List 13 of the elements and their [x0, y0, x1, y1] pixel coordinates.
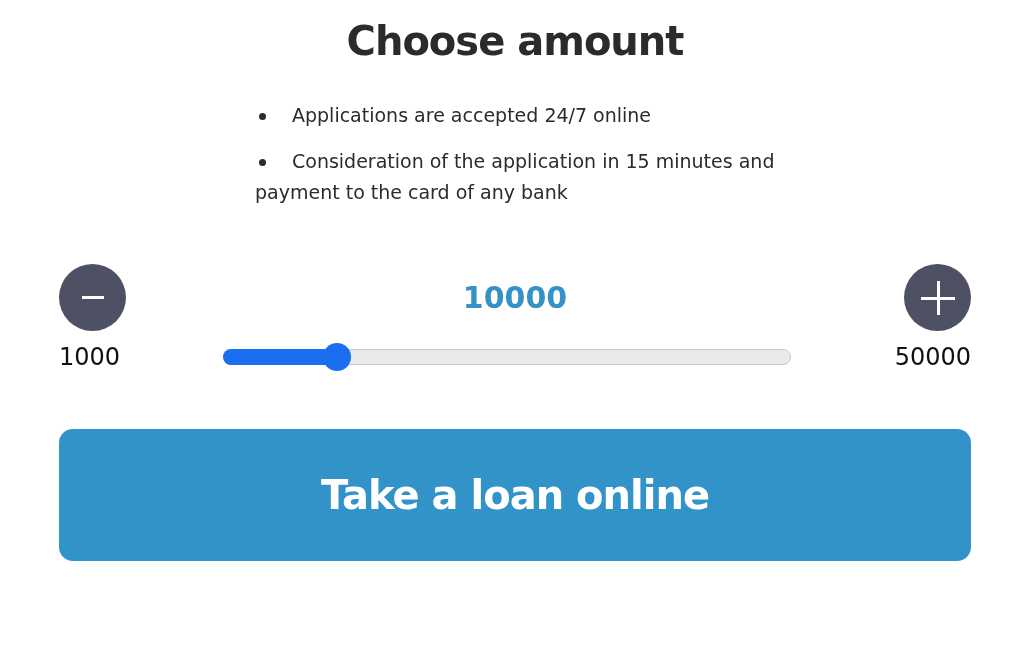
slider-track[interactable] — [223, 349, 792, 365]
max-amount: 50000 — [894, 343, 971, 371]
minus-icon — [81, 296, 104, 299]
amount-value: 10000 — [462, 280, 568, 315]
feature-text: Applications are accepted 24/7 online — [255, 100, 775, 131]
slider-thumb[interactable] — [322, 343, 351, 371]
take-loan-button[interactable]: Take a loan online — [59, 429, 971, 561]
page-title: Choose amount — [346, 18, 684, 64]
feature-text: Consideration of the application in 15 minutes and payment to the card of any bank — [255, 149, 775, 205]
bullet-icon — [259, 113, 266, 120]
min-amount: 1000 — [59, 343, 121, 371]
bullet-icon — [259, 159, 266, 166]
plus-icon — [920, 280, 955, 315]
